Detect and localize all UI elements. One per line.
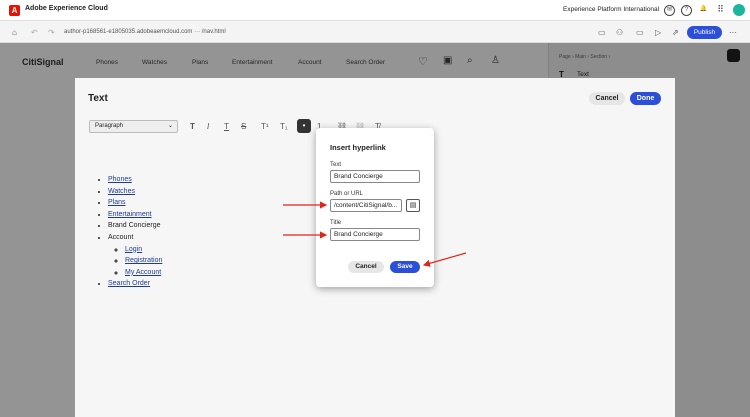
annotation-arrows bbox=[283, 201, 467, 267]
arrow-to-save-button bbox=[422, 252, 467, 267]
